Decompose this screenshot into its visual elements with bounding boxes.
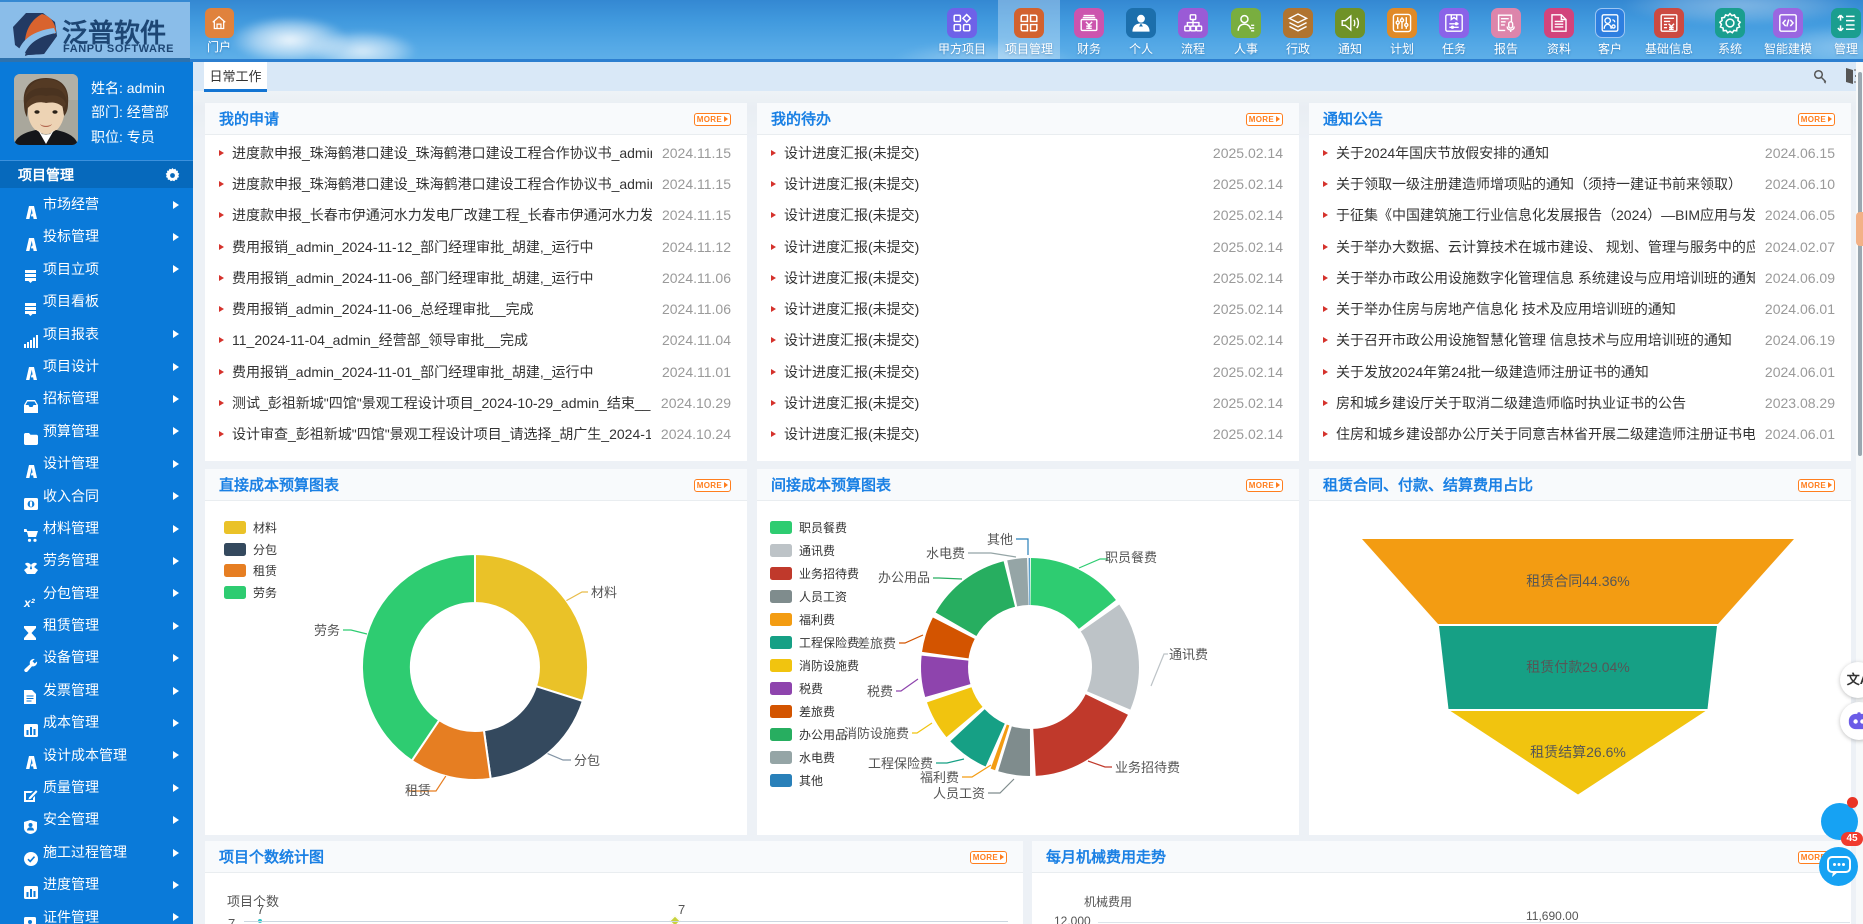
svg-text:差旅费: 差旅费 [857,636,896,651]
svg-text:劳务: 劳务 [314,623,340,638]
svg-text:职员餐费: 职员餐费 [1105,550,1157,565]
svg-text:福利费: 福利费 [920,770,959,785]
svg-text:其他: 其他 [987,532,1013,547]
svg-text:租赁付款29.04%: 租赁付款29.04% [1526,659,1629,675]
svg-text:材料: 材料 [591,585,617,600]
svg-text:工程保险费: 工程保险费 [868,756,933,771]
svg-text:通讯费: 通讯费 [1169,647,1208,662]
svg-text:人员工资: 人员工资 [933,786,985,801]
svg-text:租赁: 租赁 [405,783,431,798]
svg-text:租赁结算26.6%: 租赁结算26.6% [1530,744,1626,760]
svg-text:分包: 分包 [574,753,600,768]
svg-text:办公用品: 办公用品 [878,570,930,585]
svg-text:水电费: 水电费 [926,546,965,561]
svg-text:业务招待费: 业务招待费 [1115,760,1180,775]
svg-text:租赁合同44.36%: 租赁合同44.36% [1526,573,1629,589]
svg-text:税费: 税费 [867,684,893,699]
